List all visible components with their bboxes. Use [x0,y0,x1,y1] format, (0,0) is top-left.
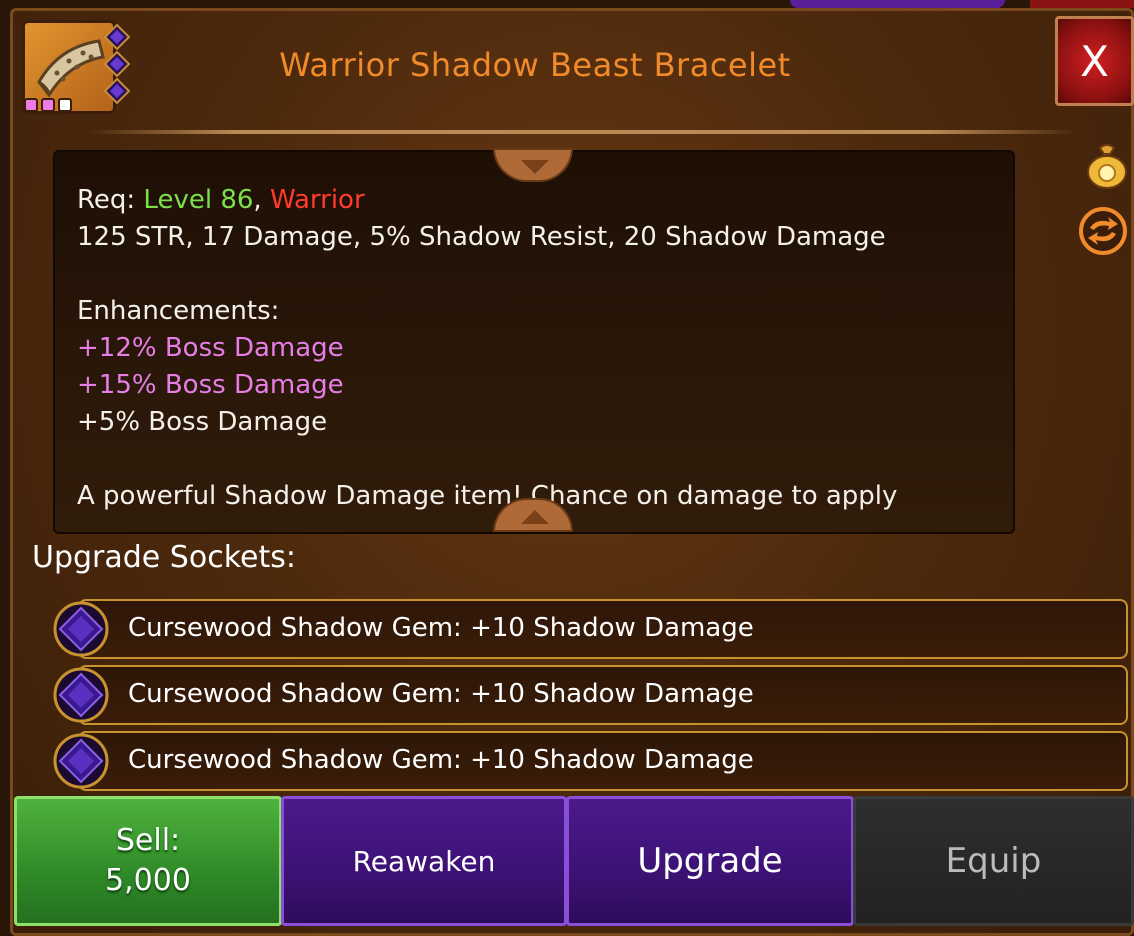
shadow-gem-icon [104,78,130,104]
enhancements-heading: Enhancements: [77,296,280,326]
sell-button[interactable]: Sell: 5,000 [14,796,282,926]
swap-arrows-icon[interactable] [1078,206,1128,256]
socket-text: Cursewood Shadow Gem: +10 Shadow Damage [128,679,754,709]
enhancement-line: +5% Boss Damage [77,407,328,437]
enhancement-line: +15% Boss Damage [77,370,344,400]
item-title: Warrior Shadow Beast Bracelet [279,46,791,84]
sell-price: 5,000 [105,863,191,898]
header-divider [88,130,1078,134]
top-tab-purple [790,0,1005,8]
item-gem-slots [104,24,130,104]
shadow-gem-icon [53,601,109,657]
socket-row[interactable]: Cursewood Shadow Gem: +10 Shadow Damage [78,731,1128,791]
shadow-gem-icon [53,667,109,723]
shadow-gem-icon [53,733,109,789]
top-tab-red [1030,0,1134,8]
rarity-indicator [24,98,72,112]
requirement-line: Req: Level 86, Warrior [77,185,365,215]
shadow-gem-icon [104,51,130,77]
required-level: Level 86 [143,185,254,215]
rarity-dot [41,98,55,112]
upgrade-button[interactable]: Upgrade [566,796,854,926]
item-description[interactable]: Req: Level 86, Warrior 125 STR, 17 Damag… [53,150,1015,534]
gold-bag-icon[interactable] [1082,140,1132,190]
socket-row[interactable]: Cursewood Shadow Gem: +10 Shadow Damage [78,599,1128,659]
stats-line: 125 STR, 17 Damage, 5% Shadow Resist, 20… [77,222,886,252]
close-button[interactable]: X [1055,16,1134,106]
enhancement-line: +12% Boss Damage [77,333,344,363]
shadow-gem-icon [104,24,130,50]
sockets-heading: Upgrade Sockets: [32,540,296,575]
equip-button[interactable]: Equip [853,796,1134,926]
rarity-dot [24,98,38,112]
chevron-down-icon [521,160,549,174]
socket-text: Cursewood Shadow Gem: +10 Shadow Damage [128,613,754,643]
required-class: Warrior [269,185,365,215]
socket-row[interactable]: Cursewood Shadow Gem: +10 Shadow Damage [78,665,1128,725]
sell-label: Sell: [115,823,181,858]
chevron-up-icon [521,510,549,524]
rarity-dot [58,98,72,112]
reawaken-button[interactable]: Reawaken [281,796,567,926]
socket-text: Cursewood Shadow Gem: +10 Shadow Damage [128,745,754,775]
